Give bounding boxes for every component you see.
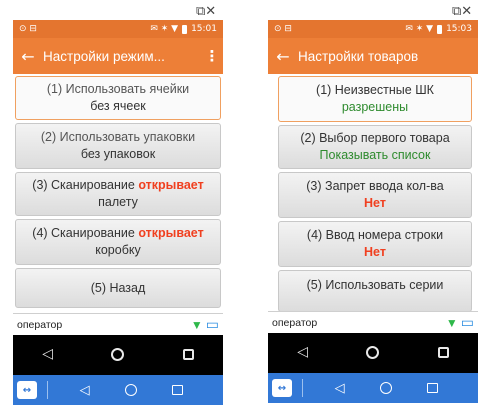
operator-bar: оператор ▼ ▭	[13, 313, 223, 335]
nav-recents-icon[interactable]	[437, 346, 449, 358]
nav-home-icon[interactable]	[366, 345, 380, 359]
host-home-icon[interactable]	[379, 382, 392, 394]
page-title: Настройки режим...	[43, 48, 165, 64]
settings-list: (1) Использовать ячейки без ячеек (2) Ис…	[13, 74, 223, 313]
setting-quantity-input-ban-button[interactable]: (3) Запрет ввода кол-ва Нет	[278, 172, 472, 218]
page-title: Настройки товаров	[298, 48, 419, 64]
setting-label: (3) Запрет ввода кол-ва	[306, 179, 444, 193]
setting-value: Нет	[364, 245, 386, 259]
setting-label: (2) Выбор первого товара	[300, 131, 450, 145]
setting-use-series-button[interactable]: (5) Использовать серии	[278, 270, 472, 311]
setting-scan-opens-pallet-button[interactable]: (3) Сканирование открывает палету	[15, 172, 221, 216]
host-nav-bar: ↔ ◁	[268, 373, 478, 403]
status-time: 15:03	[446, 24, 472, 34]
setting-label: (1) Использовать ячейки	[46, 82, 190, 96]
host-back-icon[interactable]: ◁	[80, 383, 90, 398]
phone-screen-mode-settings: ⊙ ⊟ ✉ ✶ ▼ 15:01 ← Настройки режим... ⋮ (…	[13, 20, 223, 405]
android-nav-bar: ◁	[268, 333, 478, 371]
status-system-icons: ✉ ✶ ▼	[405, 24, 434, 34]
status-bar: ⊙ ⊟ ✉ ✶ ▼ 15:03	[268, 20, 478, 38]
host-recents-icon[interactable]	[427, 383, 439, 393]
wifi-icon: ▼	[190, 317, 203, 332]
nav-recents-icon[interactable]	[182, 348, 194, 360]
host-back-icon[interactable]: ◁	[335, 381, 345, 396]
setting-use-cells-button[interactable]: (1) Использовать ячейки без ячеек	[15, 76, 221, 120]
setting-keyword: открывает	[138, 178, 204, 192]
back-arrow-icon[interactable]: ←	[268, 47, 298, 66]
setting-label: (5) Назад	[90, 280, 146, 295]
monitor-icon: ▭	[205, 316, 219, 332]
setting-label: (4) Сканирование	[32, 226, 139, 240]
setting-label: (1) Неизвестные ШК	[316, 83, 434, 97]
host-home-icon[interactable]	[124, 384, 137, 396]
divider	[302, 379, 303, 397]
setting-value: без ячеек	[90, 99, 146, 113]
nav-back-icon[interactable]: ◁	[42, 346, 53, 362]
status-time: 15:01	[191, 24, 217, 34]
status-notification-icons: ⊙ ⊟	[274, 24, 292, 34]
setting-value: Показывать список	[319, 148, 431, 162]
android-nav-bar: ◁	[13, 335, 223, 373]
setting-value: Нет	[364, 196, 386, 210]
back-arrow-icon[interactable]: ←	[13, 47, 43, 66]
setting-value: без упаковок	[80, 147, 156, 161]
host-nav-bar: ↔ ◁	[13, 375, 223, 405]
host-recents-icon[interactable]	[172, 385, 184, 395]
setting-label: (5) Использовать серии	[306, 278, 444, 292]
setting-scan-opens-box-button[interactable]: (4) Сканирование открывает коробку	[15, 219, 221, 265]
setting-row-number-input-button[interactable]: (4) Ввод номера строки Нет	[278, 221, 472, 267]
remote-connect-icon[interactable]: ↔	[272, 379, 292, 397]
phone-screen-product-settings: ⊙ ⊟ ✉ ✶ ▼ 15:03 ← Настройки товаров (1) …	[268, 20, 478, 403]
app-bar: ← Настройки режим... ⋮	[13, 38, 223, 74]
remote-connect-icon[interactable]: ↔	[17, 381, 37, 399]
app-bar: ← Настройки товаров	[268, 38, 478, 74]
settings-list: (1) Неизвестные ШК разрешены (2) Выбор п…	[268, 74, 478, 311]
wifi-icon: ▼	[445, 315, 458, 330]
back-button[interactable]: (5) Назад	[15, 268, 221, 308]
setting-value: разрешены	[341, 100, 409, 114]
status-bar: ⊙ ⊟ ✉ ✶ ▼ 15:01	[13, 20, 223, 38]
window-controls-left[interactable]: ⧉✕	[196, 4, 216, 19]
setting-label: (3) Сканирование	[32, 178, 139, 192]
operator-label: оператор	[17, 318, 63, 331]
screenshot-page: ⧉✕ ⧉✕ ⊙ ⊟ ✉ ✶ ▼ 15:01 ← Настройки режим.…	[0, 0, 483, 405]
window-controls-right[interactable]: ⧉✕	[452, 4, 472, 19]
setting-value: коробку	[95, 243, 141, 257]
setting-unknown-barcodes-button[interactable]: (1) Неизвестные ШК разрешены	[278, 76, 472, 122]
setting-use-packaging-button[interactable]: (2) Использовать упаковки без упаковок	[15, 123, 221, 169]
operator-bar: оператор ▼ ▭	[268, 311, 478, 333]
monitor-icon: ▭	[460, 314, 474, 330]
nav-back-icon[interactable]: ◁	[297, 344, 308, 360]
setting-keyword: открывает	[138, 226, 204, 240]
divider	[47, 381, 48, 399]
setting-label: (2) Использовать упаковки	[40, 130, 196, 144]
setting-value: палету	[98, 195, 138, 209]
battery-icon	[437, 24, 443, 34]
overflow-menu-icon[interactable]: ⋮	[201, 47, 223, 65]
nav-home-icon[interactable]	[111, 347, 125, 361]
setting-label: (4) Ввод номера строки	[306, 228, 444, 242]
operator-label: оператор	[272, 316, 318, 329]
battery-icon	[182, 24, 188, 34]
setting-first-product-select-button[interactable]: (2) Выбор первого товара Показывать спис…	[278, 125, 472, 169]
status-notification-icons: ⊙ ⊟	[19, 24, 37, 34]
status-system-icons: ✉ ✶ ▼	[150, 24, 179, 34]
